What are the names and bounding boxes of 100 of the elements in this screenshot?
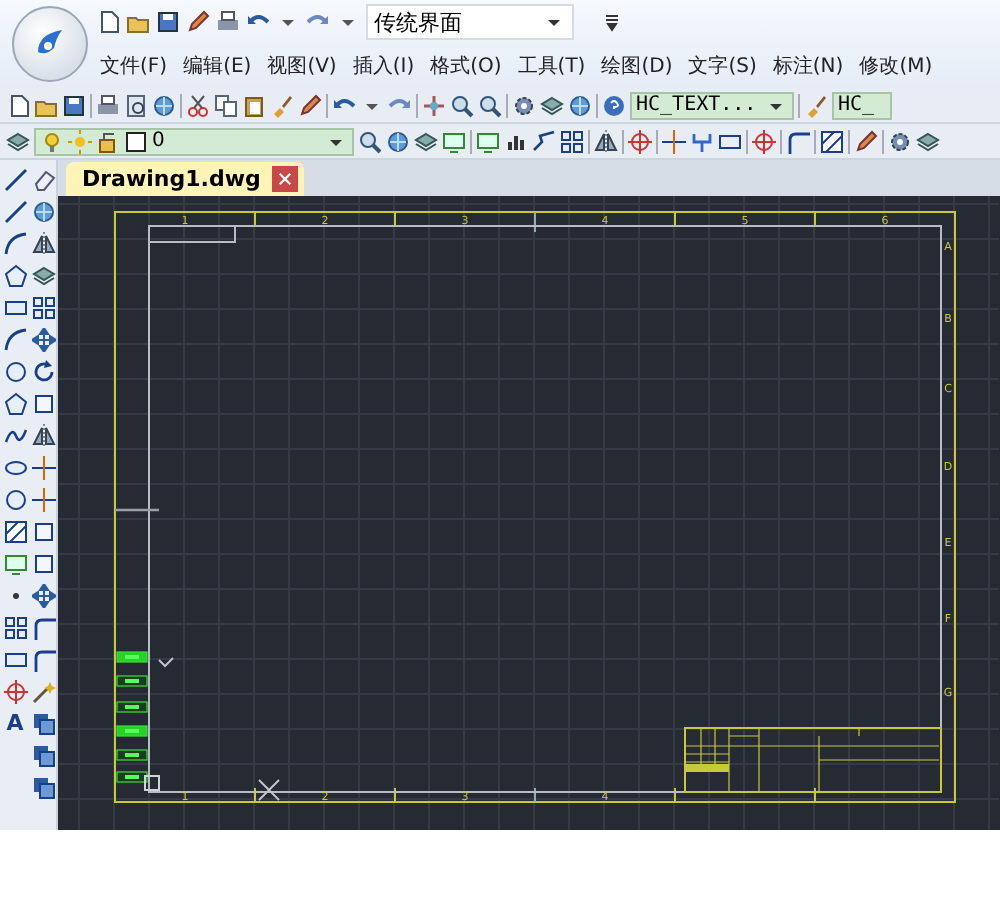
menu-item[interactable]: 工具(T) — [517, 52, 586, 80]
block-icon[interactable] — [31, 520, 55, 544]
menu-item[interactable]: 文字(S) — [688, 52, 757, 80]
wand-icon[interactable] — [31, 680, 55, 704]
menu-item[interactable]: 格式(O) — [430, 52, 502, 80]
circle-icon[interactable] — [3, 360, 27, 384]
hatch-icon[interactable] — [3, 520, 27, 544]
pan-icon[interactable] — [422, 93, 446, 117]
brush-icon[interactable] — [270, 93, 294, 117]
move-icon[interactable] — [31, 328, 55, 352]
rotate-icon[interactable] — [31, 360, 55, 384]
workspace-combo[interactable]: 传统界面 — [366, 4, 574, 40]
revision-tag — [116, 771, 148, 783]
target-icon[interactable] — [3, 680, 27, 704]
close-button[interactable] — [272, 166, 299, 192]
rectangle-icon[interactable] — [3, 648, 27, 672]
circle-icon[interactable] — [3, 488, 27, 512]
polygon-icon[interactable] — [3, 392, 27, 416]
layers-icon[interactable] — [414, 129, 438, 153]
eraser-icon[interactable] — [31, 168, 55, 192]
menu-item[interactable]: 插入(I) — [352, 52, 415, 80]
gear-icon[interactable] — [888, 129, 912, 153]
array-icon[interactable] — [3, 616, 27, 640]
spline-icon[interactable] — [3, 424, 27, 448]
brush-icon[interactable] — [804, 93, 828, 117]
arc-icon[interactable] — [3, 232, 27, 256]
menu-item[interactable]: 修改(M) — [859, 52, 933, 80]
printer-icon[interactable] — [216, 10, 240, 34]
layers-icon[interactable] — [31, 264, 55, 288]
globe-icon[interactable] — [568, 93, 592, 117]
fillet-icon[interactable] — [786, 129, 810, 153]
array-icon[interactable] — [31, 296, 55, 320]
line-icon[interactable] — [3, 168, 27, 192]
menu-item[interactable]: 文件(F) — [100, 52, 168, 80]
pencil-icon[interactable] — [186, 10, 210, 34]
magnifier-icon[interactable] — [450, 93, 474, 117]
hatch-icon[interactable] — [820, 129, 844, 153]
rectangle-icon[interactable] — [718, 129, 742, 153]
magnifier-icon[interactable] — [478, 93, 502, 117]
globe-icon[interactable] — [386, 129, 410, 153]
monitor-icon[interactable] — [476, 129, 500, 153]
close-icon — [278, 172, 293, 186]
draw-order-icon[interactable] — [31, 712, 55, 736]
globe-icon[interactable] — [31, 200, 55, 224]
line-icon[interactable] — [3, 200, 27, 224]
cursor-cross-icon — [258, 779, 280, 801]
mirror-icon[interactable] — [31, 232, 55, 256]
arc-icon[interactable] — [3, 328, 27, 352]
help-icon[interactable] — [602, 93, 626, 117]
magnifier-icon[interactable] — [358, 129, 382, 153]
polyline-icon[interactable] — [532, 129, 556, 153]
draw-order-icon[interactable] — [31, 776, 55, 800]
save-icon[interactable] — [62, 93, 86, 117]
customize-icon[interactable] — [600, 10, 624, 34]
array-icon[interactable] — [560, 129, 584, 153]
rectangle-icon[interactable] — [3, 296, 27, 320]
draw-order-icon[interactable] — [31, 744, 55, 768]
monitor-icon[interactable] — [442, 129, 466, 153]
layers-icon[interactable] — [540, 93, 564, 117]
trim-icon[interactable] — [31, 456, 55, 480]
layer-combo[interactable]: 0 — [34, 127, 354, 155]
revision-tag — [116, 749, 148, 761]
printer-icon[interactable] — [96, 93, 120, 117]
text-tool-button[interactable]: A — [6, 712, 24, 736]
document-tab[interactable]: Drawing1.dwg — [66, 162, 305, 196]
copy-icon[interactable] — [214, 93, 238, 117]
menu-item[interactable]: 绘图(D) — [601, 52, 673, 80]
target-icon[interactable] — [628, 129, 652, 153]
trim-icon[interactable] — [31, 488, 55, 512]
trim-icon[interactable] — [662, 129, 686, 153]
target-icon[interactable] — [752, 129, 776, 153]
polygon-icon[interactable] — [3, 264, 27, 288]
monitor-icon[interactable] — [3, 552, 27, 576]
fillet-icon[interactable] — [31, 616, 55, 640]
text-style-combo[interactable]: HC_TEXT... — [630, 91, 794, 119]
gear-icon[interactable] — [512, 93, 536, 117]
layers-icon[interactable] — [916, 129, 940, 153]
fork-icon[interactable] — [690, 129, 714, 153]
block-icon[interactable] — [31, 392, 55, 416]
layers-icon[interactable] — [6, 129, 30, 153]
save-icon[interactable] — [156, 10, 180, 34]
preview-icon[interactable] — [124, 93, 148, 117]
menu-item[interactable]: 视图(V) — [267, 52, 337, 80]
paste-icon[interactable] — [242, 93, 266, 117]
globe-icon[interactable] — [152, 93, 176, 117]
app-menu-button[interactable] — [12, 6, 88, 82]
document-icon[interactable] — [6, 93, 30, 117]
ellipse-icon[interactable] — [3, 456, 27, 480]
fillet-icon[interactable] — [31, 648, 55, 672]
dim-style-combo[interactable]: HC_ — [832, 91, 892, 119]
menu-item[interactable]: 标注(N) — [772, 52, 844, 80]
menu-item[interactable]: 编辑(E) — [183, 52, 252, 80]
document-icon[interactable] — [96, 10, 120, 34]
mirror-icon[interactable] — [594, 129, 618, 153]
pencil-icon[interactable] — [854, 129, 878, 153]
mirror-icon[interactable] — [31, 424, 55, 448]
move-icon[interactable] — [31, 584, 55, 608]
block-icon[interactable] — [31, 552, 55, 576]
scissors-icon[interactable] — [186, 93, 210, 117]
pencil-icon[interactable] — [298, 93, 322, 117]
